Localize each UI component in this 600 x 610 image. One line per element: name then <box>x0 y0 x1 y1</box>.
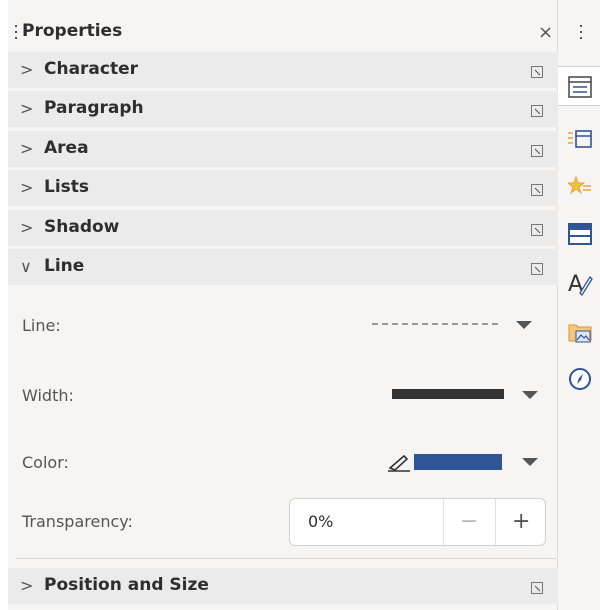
line-width-preview <box>392 389 504 399</box>
width-label: Width: <box>22 386 74 405</box>
chevron-right-icon: > <box>20 178 34 197</box>
fontwork-icon: A <box>568 272 593 297</box>
spin-separator <box>495 499 496 545</box>
section-label: Position and Size <box>44 575 209 595</box>
more-options-icon[interactable] <box>531 66 543 78</box>
section-label: Line <box>44 256 85 276</box>
tab-styles[interactable] <box>558 120 600 160</box>
section-position-and-size[interactable]: > Position and Size <box>8 568 558 604</box>
chevron-right-icon: > <box>20 218 34 237</box>
line-style-label: Line: <box>22 316 61 335</box>
decrement-button[interactable]: − <box>460 509 478 534</box>
section-paragraph[interactable]: > Paragraph <box>8 91 558 127</box>
chevron-right-icon: > <box>20 99 34 118</box>
section-area[interactable]: > Area <box>8 131 558 167</box>
image-folder-icon <box>568 324 592 343</box>
transparency-value[interactable]: 0% <box>308 512 333 531</box>
tab-gallery[interactable] <box>558 166 600 206</box>
more-options-icon[interactable] <box>531 145 543 157</box>
chevron-right-icon: > <box>20 139 34 158</box>
gallery-icon <box>568 175 591 195</box>
panel-titlebar: Properties × <box>8 10 558 52</box>
more-options-icon[interactable] <box>531 263 543 275</box>
chevron-right-icon: > <box>20 60 34 79</box>
chevron-down-icon: ∨ <box>20 257 32 276</box>
line-color-dropdown[interactable] <box>374 447 544 477</box>
sidebar-tabbar: A <box>558 0 600 610</box>
tab-compass[interactable] <box>558 358 600 398</box>
more-options-icon[interactable] <box>531 582 543 594</box>
styles-icon <box>568 130 592 148</box>
drag-handle-icon[interactable] <box>14 25 18 43</box>
section-line[interactable]: ∨ Line <box>8 249 558 285</box>
more-options-icon[interactable] <box>531 224 543 236</box>
line-style-preview <box>372 323 498 325</box>
line-style-preview-bg <box>368 318 502 332</box>
navigator-icon <box>568 223 592 245</box>
transparency-label: Transparency: <box>22 512 133 531</box>
line-style-dropdown[interactable] <box>368 310 538 340</box>
tab-fontwork[interactable]: A <box>558 262 600 302</box>
tab-navigator[interactable] <box>558 214 600 254</box>
more-options-icon[interactable] <box>531 184 543 196</box>
panel-title: Properties <box>22 21 123 41</box>
tabbar-menu-icon[interactable] <box>580 25 582 43</box>
line-width-dropdown[interactable] <box>374 380 544 410</box>
section-label: Shadow <box>44 217 120 237</box>
line-color-swatch <box>414 454 502 470</box>
spin-separator <box>443 499 444 545</box>
section-label: Lists <box>44 177 90 197</box>
section-label: Character <box>44 59 139 79</box>
caret-down-icon <box>516 321 532 329</box>
properties-panel: Properties × > Character > Paragraph > A… <box>8 0 558 610</box>
tab-image-folder[interactable] <box>558 312 600 352</box>
compass-icon <box>569 368 591 390</box>
section-character[interactable]: > Character <box>8 52 558 88</box>
section-lists[interactable]: > Lists <box>8 170 558 206</box>
caret-down-icon <box>522 391 538 399</box>
transparency-spinbox[interactable]: 0% − + <box>289 498 546 546</box>
chevron-right-icon: > <box>20 576 34 595</box>
line-color-icon <box>388 454 410 472</box>
close-button[interactable]: × <box>538 22 553 43</box>
caret-down-icon <box>522 458 538 466</box>
properties-icon <box>568 76 592 98</box>
section-divider <box>16 558 556 559</box>
color-label: Color: <box>22 453 69 472</box>
increment-button[interactable]: + <box>512 509 530 534</box>
more-options-icon[interactable] <box>531 105 543 117</box>
section-label: Paragraph <box>44 98 144 118</box>
tab-properties[interactable] <box>558 66 600 106</box>
section-label: Area <box>44 138 89 158</box>
section-shadow[interactable]: > Shadow <box>8 210 558 246</box>
